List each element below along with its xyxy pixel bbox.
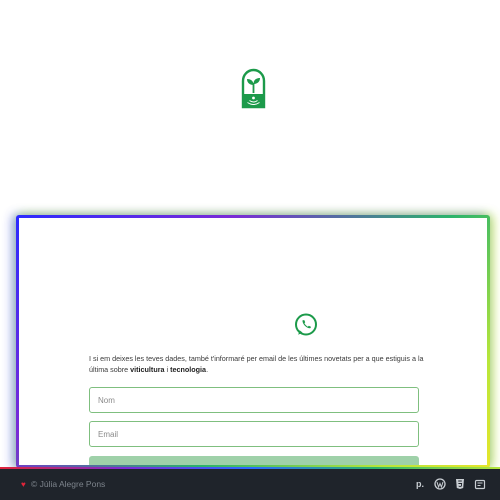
html5-icon[interactable] xyxy=(454,478,466,490)
footer: ♥ © Júlia Alegre Pons p. xyxy=(0,467,500,500)
page: I si em deixes les teves dades, també t'… xyxy=(0,0,500,500)
name-input[interactable] xyxy=(89,387,419,413)
sprout-arch-logo-icon[interactable] xyxy=(240,67,267,109)
email-input[interactable] xyxy=(89,421,419,447)
topic-tecnologia: tecnologia xyxy=(170,365,207,374)
wordpress-icon[interactable] xyxy=(434,478,446,490)
footer-icons: p. xyxy=(414,478,486,490)
newsletter-intro-text: I si em deixes les teves dades, també t'… xyxy=(89,354,424,374)
whatsapp-icon[interactable] xyxy=(294,313,318,337)
copyright-text: © Júlia Alegre Pons xyxy=(31,479,106,489)
newsletter-card: I si em deixes les teves dades, també t'… xyxy=(16,215,490,468)
pages-icon[interactable] xyxy=(474,478,486,490)
p-icon[interactable]: p. xyxy=(414,478,426,490)
topic-viticultura: viticultura xyxy=(130,365,165,374)
heart-icon: ♥ xyxy=(21,480,26,489)
